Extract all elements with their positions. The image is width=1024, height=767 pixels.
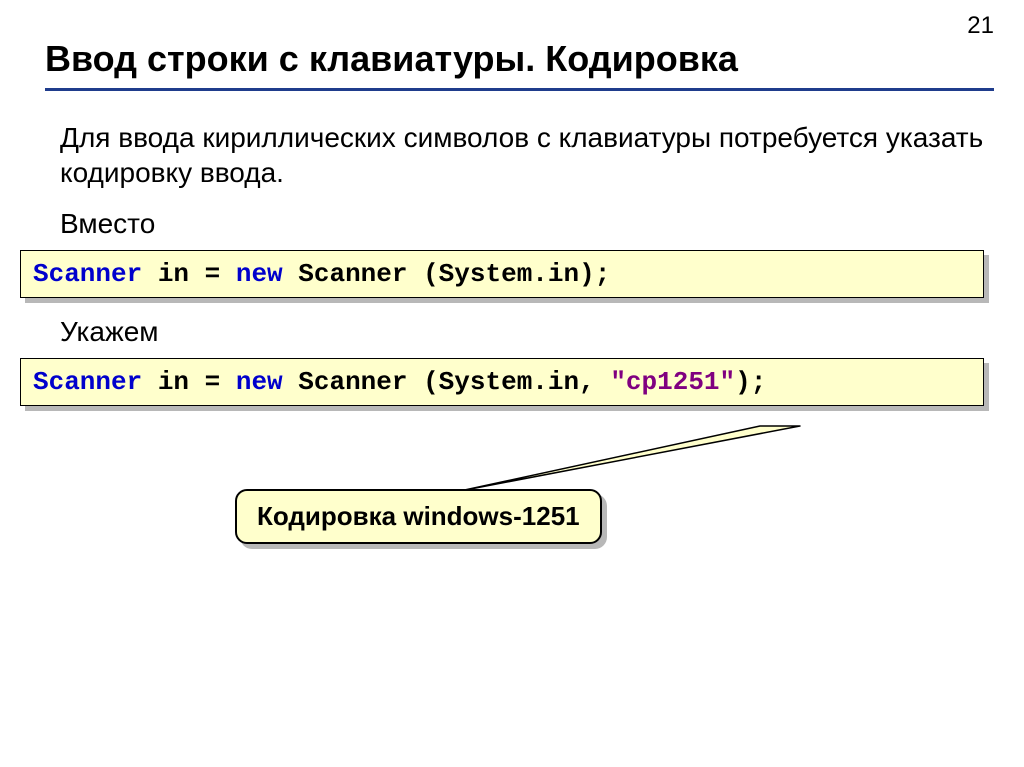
code-line-1: Scanner in = new Scanner (System.in);	[33, 259, 610, 289]
code-token-ident: in =	[142, 259, 236, 289]
code-token-rest: Scanner (System.in);	[283, 259, 611, 289]
slide-title: Ввод строки с клавиатуры. Кодировка	[45, 38, 994, 91]
code-token-keyword: new	[236, 259, 283, 289]
code-token-end: );	[735, 367, 766, 397]
callout-box: Кодировка windows-1251	[235, 489, 602, 544]
intro-paragraph: Для ввода кириллических символов с клави…	[60, 120, 984, 190]
code-token-ident: in =	[142, 367, 236, 397]
code-token-type: Scanner	[33, 259, 142, 289]
callout-area: Кодировка windows-1251	[20, 424, 984, 554]
code-token-type: Scanner	[33, 367, 142, 397]
code-block-2: Scanner in = new Scanner (System.in, "cp…	[20, 358, 984, 406]
code-block-1: Scanner in = new Scanner (System.in);	[20, 250, 984, 298]
code-token-keyword: new	[236, 367, 283, 397]
slide-body: Для ввода кириллических символов с клави…	[60, 120, 984, 554]
label-instead: Вместо	[60, 208, 984, 240]
callout-text: Кодировка windows-1251	[257, 501, 580, 531]
code-line-2: Scanner in = new Scanner (System.in, "cp…	[33, 367, 766, 397]
code-token-string: "cp1251"	[610, 367, 735, 397]
label-specify: Укажем	[60, 316, 984, 348]
page-number: 21	[967, 12, 994, 40]
code-token-mid: Scanner (System.in,	[283, 367, 611, 397]
